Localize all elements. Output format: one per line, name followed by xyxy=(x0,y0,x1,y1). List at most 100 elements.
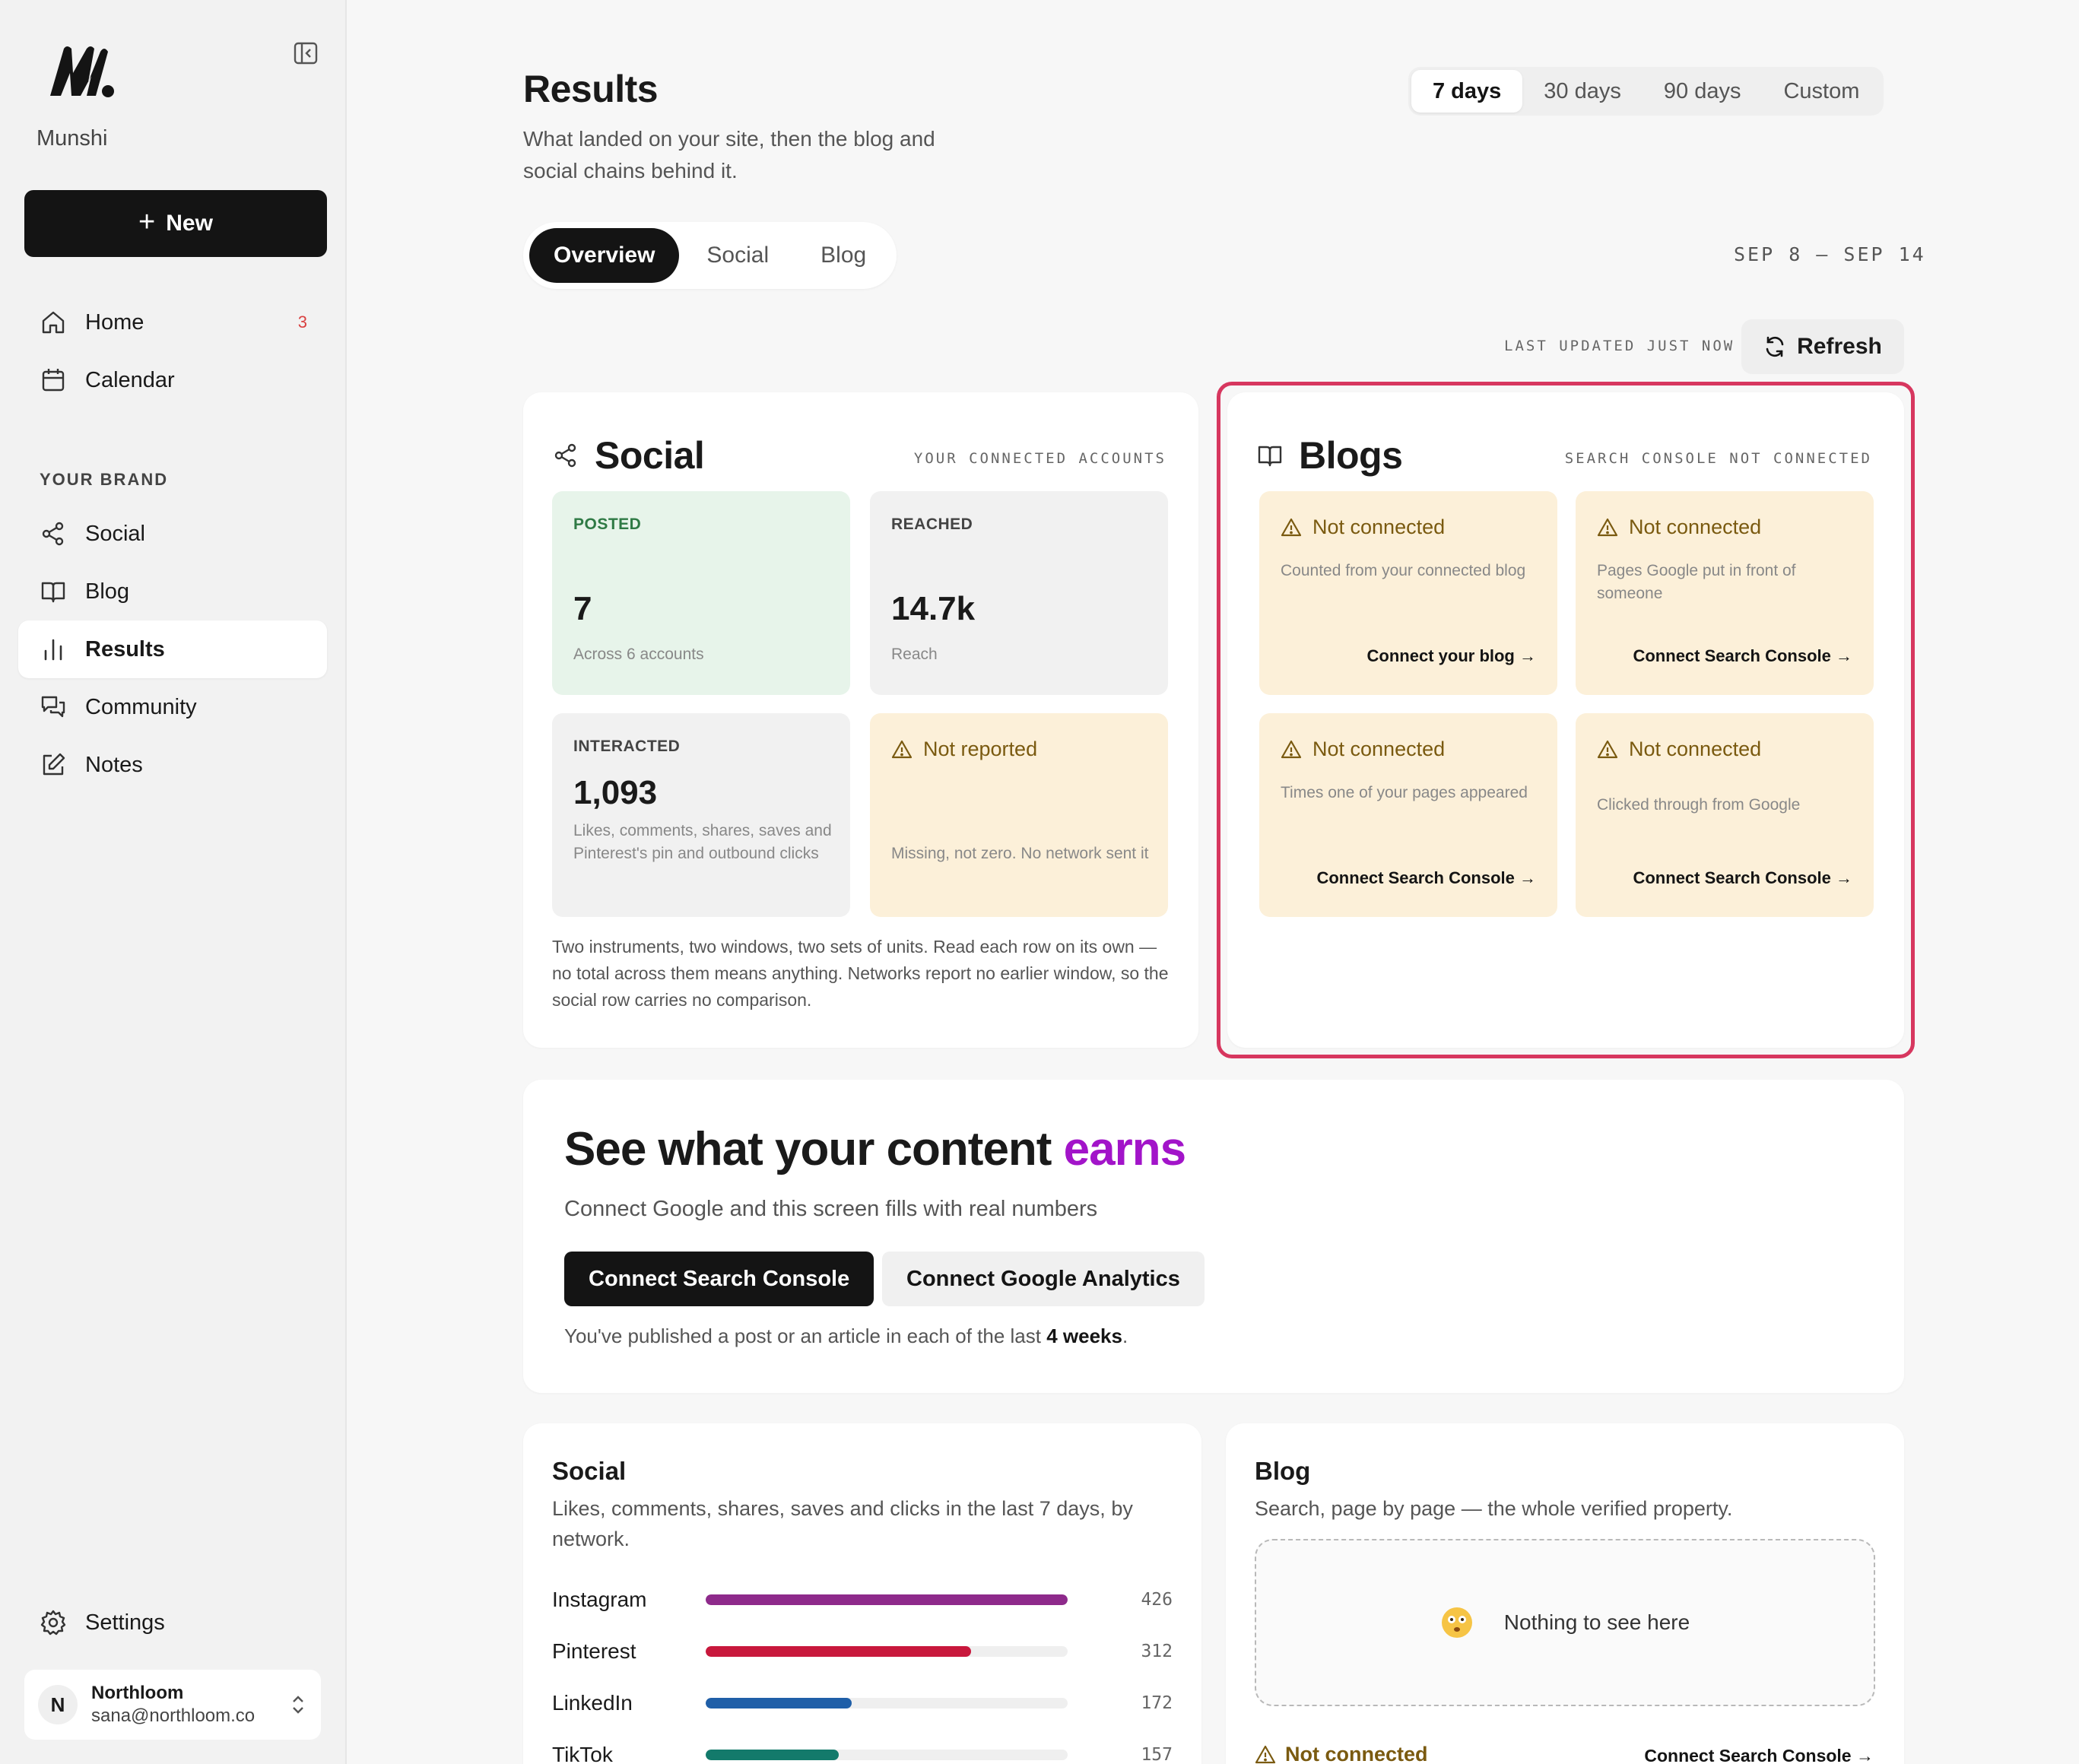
sidebar-item-calendar[interactable]: Calendar xyxy=(18,351,327,409)
blog-tile-appearances: Not connected Times one of your pages ap… xyxy=(1259,713,1557,917)
range-custom[interactable]: Custom xyxy=(1762,70,1881,113)
tile-desc: Reach xyxy=(891,646,938,663)
bar-fill xyxy=(706,1594,1068,1605)
collapse-sidebar-icon[interactable] xyxy=(292,40,319,67)
refresh-button[interactable]: Refresh xyxy=(1741,319,1904,374)
tile-value: 7 xyxy=(573,590,592,627)
date-range-selector: 7 days 30 days 90 days Custom xyxy=(1408,67,1884,116)
connect-blog-link[interactable]: Connect your blog → xyxy=(1367,646,1536,666)
warning-header: Not connected xyxy=(1281,738,1445,761)
posted-tile: POSTED 7 Across 6 accounts xyxy=(552,491,850,695)
sidebar-item-label: Notes xyxy=(85,752,143,777)
warning-icon xyxy=(1255,1745,1276,1763)
publishing-streak: You've published a post or an article in… xyxy=(564,1325,1128,1348)
page-title: Results xyxy=(523,68,659,110)
network-value: 312 xyxy=(1141,1642,1173,1661)
chevron-up-down-icon xyxy=(293,1696,303,1714)
sidebar-item-social[interactable]: Social xyxy=(18,505,327,563)
blog-tile-impressions: Not connected Pages Google put in front … xyxy=(1576,491,1874,695)
tile-desc: Times one of your pages appeared xyxy=(1281,784,1528,801)
chat-icon xyxy=(41,696,65,718)
warning-label: Not connected xyxy=(1629,516,1762,538)
social-card-meta: YOUR CONNECTED ACCOUNTS xyxy=(913,450,1166,467)
sidebar-item-settings[interactable]: Settings xyxy=(18,1594,327,1651)
brand-name: Munshi xyxy=(37,126,108,151)
sidebar-item-community[interactable]: Community xyxy=(18,678,327,736)
warning-header: Not connected xyxy=(1281,516,1445,539)
warning-label: Not reported xyxy=(923,738,1038,760)
warning-header: Not connected xyxy=(1597,516,1761,539)
sidebar-item-label: Social xyxy=(85,521,145,546)
sidebar-item-blog[interactable]: Blog xyxy=(18,563,327,620)
tile-desc: Clicked through from Google xyxy=(1597,796,1801,814)
network-bar-row: Pinterest 312 xyxy=(552,1636,1173,1667)
network-name: Instagram xyxy=(552,1588,647,1611)
tile-label: INTERACTED xyxy=(573,738,681,755)
book-icon xyxy=(1258,446,1282,467)
sidebar-item-results[interactable]: Results xyxy=(18,620,327,678)
network-name: TikTok xyxy=(552,1743,613,1764)
connect-search-console-link[interactable]: Connect Search Console → xyxy=(1316,868,1536,888)
sidebar-item-notes[interactable]: Notes xyxy=(18,736,327,794)
network-bar-row: LinkedIn 172 xyxy=(552,1688,1173,1718)
tab-social[interactable]: Social xyxy=(682,228,793,283)
blog-tile-published: Not connected Counted from your connecte… xyxy=(1259,491,1557,695)
worried-face-icon xyxy=(1441,1607,1472,1638)
tile-label: REACHED xyxy=(891,516,973,533)
tab-overview[interactable]: Overview xyxy=(529,228,680,283)
refresh-label: Refresh xyxy=(1797,334,1882,359)
connect-google-analytics-button[interactable]: Connect Google Analytics xyxy=(882,1252,1205,1306)
social-card-title: Social xyxy=(595,434,705,477)
blogs-card-header: Blogs xyxy=(1256,433,1403,477)
cta-title-accent: earns xyxy=(1063,1123,1186,1175)
sidebar: Munshi + New Home 3 Calendar YOUR BRAND … xyxy=(0,0,347,1764)
account-name: Northloom xyxy=(91,1683,184,1703)
warning-icon xyxy=(891,740,913,758)
munshi-logo-icon[interactable] xyxy=(47,43,117,100)
warning-icon xyxy=(1597,740,1618,758)
page-subtitle: What landed on your site, then the blog … xyxy=(523,127,935,182)
connect-search-console-link[interactable]: Connect Search Console → xyxy=(1644,1746,1874,1764)
tab-blog[interactable]: Blog xyxy=(796,228,890,283)
connect-search-console-link[interactable]: Connect Search Console → xyxy=(1633,646,1852,666)
new-button[interactable]: + New xyxy=(24,190,327,257)
sidebar-item-home[interactable]: Home 3 xyxy=(18,293,327,351)
cta-subtitle: Connect Google and this screen fills wit… xyxy=(564,1197,1098,1221)
book-icon xyxy=(41,582,65,603)
connect-search-console-link[interactable]: Connect Search Console → xyxy=(1633,868,1852,888)
bar-fill xyxy=(706,1698,852,1708)
social-breakdown-title: Social xyxy=(552,1457,627,1485)
sidebar-item-label: Calendar xyxy=(85,367,175,392)
blog-breakdown-title: Blog xyxy=(1255,1457,1311,1485)
tile-label: POSTED xyxy=(573,516,642,533)
social-card-note: Two instruments, two windows, two sets o… xyxy=(552,937,1169,1010)
social-breakdown-desc: Likes, comments, shares, saves and click… xyxy=(552,1497,1133,1550)
account-switcher[interactable]: N Northloom sana@northloom.co xyxy=(24,1670,321,1740)
last-updated-label: LAST UPDATED JUST NOW xyxy=(1504,338,1735,354)
network-value: 426 xyxy=(1141,1590,1173,1610)
account-email: sana@northloom.co xyxy=(91,1705,256,1726)
bar-track xyxy=(706,1698,1068,1708)
warning-label: Not connected xyxy=(1285,1743,1428,1764)
tile-desc: Counted from your connected blog xyxy=(1281,562,1526,579)
not-reported-tile: Not reported Missing, not zero. No netwo… xyxy=(870,713,1168,917)
warning-icon xyxy=(1281,740,1302,758)
warning-icon xyxy=(1281,518,1302,536)
connect-search-console-button[interactable]: Connect Search Console xyxy=(564,1252,874,1306)
range-7-days[interactable]: 7 days xyxy=(1411,70,1523,113)
tile-value: 14.7k xyxy=(891,590,976,627)
blogs-summary-card: Blogs SEARCH CONSOLE NOT CONNECTED Not c… xyxy=(1227,392,1904,1048)
social-breakdown-card: Social Likes, comments, shares, saves an… xyxy=(523,1423,1201,1764)
warning-header: Not connected xyxy=(1597,738,1761,761)
sidebar-item-label: Blog xyxy=(85,579,130,604)
network-bar-row: TikTok 157 xyxy=(552,1740,1173,1764)
range-30-days[interactable]: 30 days xyxy=(1522,70,1643,113)
range-90-days[interactable]: 90 days xyxy=(1643,70,1763,113)
reached-tile: REACHED 14.7k Reach xyxy=(870,491,1168,695)
notification-badge: 3 xyxy=(297,313,307,332)
calendar-icon xyxy=(42,369,65,392)
tile-desc: Pages Google put in front of someone xyxy=(1597,562,1796,602)
refresh-icon xyxy=(1766,336,1784,357)
warning-label: Not connected xyxy=(1629,738,1762,760)
cta-title: See what your content earns xyxy=(564,1122,1186,1176)
